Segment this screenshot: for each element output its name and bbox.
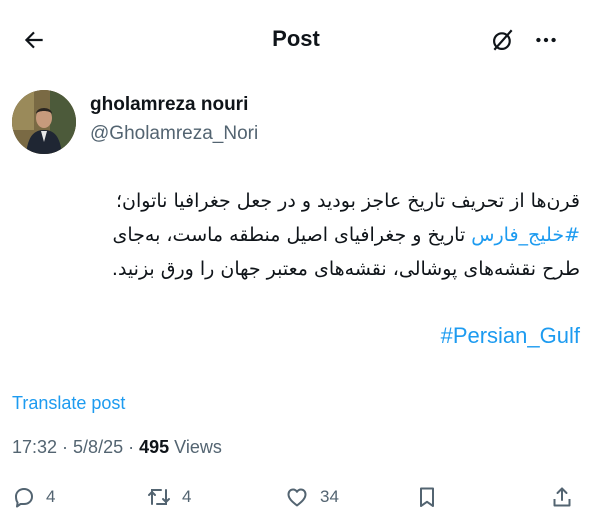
- author-handle[interactable]: @Gholamreza_Nori: [90, 123, 258, 145]
- translate-post-link[interactable]: Translate post: [12, 393, 125, 414]
- tweet-text: قرن‌ها از تحریف تاریخ عاجز بودید و در جع…: [12, 184, 580, 286]
- heart-icon: [287, 488, 307, 507]
- post-time[interactable]: 17:32: [12, 437, 57, 457]
- top-bar: Post: [0, 0, 592, 80]
- tweet-line-3: طرح نقشه‌های پوشالی، نقشه‌های معتبر جهان…: [111, 258, 580, 280]
- author-name[interactable]: gholamreza nouri: [90, 94, 248, 116]
- action-bar: 4 4 34: [0, 480, 592, 514]
- bookmark-button[interactable]: [415, 480, 439, 514]
- reply-icon: [15, 488, 33, 508]
- avatar-image: [12, 90, 76, 154]
- like-count: 34: [320, 487, 339, 506]
- views-count[interactable]: 495: [139, 437, 169, 457]
- retweet-count: 4: [182, 487, 192, 506]
- hashtag-persian-gulf[interactable]: #Persian_Gulf: [441, 323, 580, 349]
- meta-separator: ·: [57, 437, 74, 457]
- arrow-left-icon: [24, 31, 43, 49]
- meta-separator-2: ·: [123, 437, 140, 457]
- bookmark-icon: [420, 487, 434, 507]
- share-button[interactable]: [550, 480, 574, 514]
- more-horizontal-icon: [536, 37, 556, 43]
- views-label: Views: [169, 437, 222, 457]
- tweet-line-2-text: تاریخ و جغرافیای اصیل منطقه ماست، به‌جای: [112, 224, 472, 246]
- avatar[interactable]: [12, 90, 76, 154]
- grok-button[interactable]: [487, 24, 519, 56]
- post-date[interactable]: 5/8/25: [73, 437, 123, 457]
- reply-count: 4: [46, 487, 56, 506]
- back-button[interactable]: [18, 24, 50, 56]
- author-block: gholamreza nouri @Gholamreza_Nori: [12, 90, 572, 154]
- hashtag-persian-gulf-fa[interactable]: #خلیج_فارس: [471, 224, 580, 246]
- like-button[interactable]: 34: [284, 480, 339, 514]
- share-icon: [553, 487, 571, 507]
- reply-button[interactable]: 4: [12, 480, 55, 514]
- more-button[interactable]: [530, 24, 562, 56]
- retweet-icon: [148, 489, 170, 505]
- retweet-button[interactable]: 4: [146, 480, 191, 514]
- tweet-line-2: #خلیج_فارس تاریخ و جغرافیای اصیل منطقه م…: [12, 218, 581, 252]
- tweet-line-1: قرن‌ها از تحریف تاریخ عاجز بودید و در جع…: [116, 190, 580, 212]
- post-meta: 17:32 · 5/8/25 · 495 Views: [12, 437, 222, 458]
- grok-icon: [493, 29, 513, 51]
